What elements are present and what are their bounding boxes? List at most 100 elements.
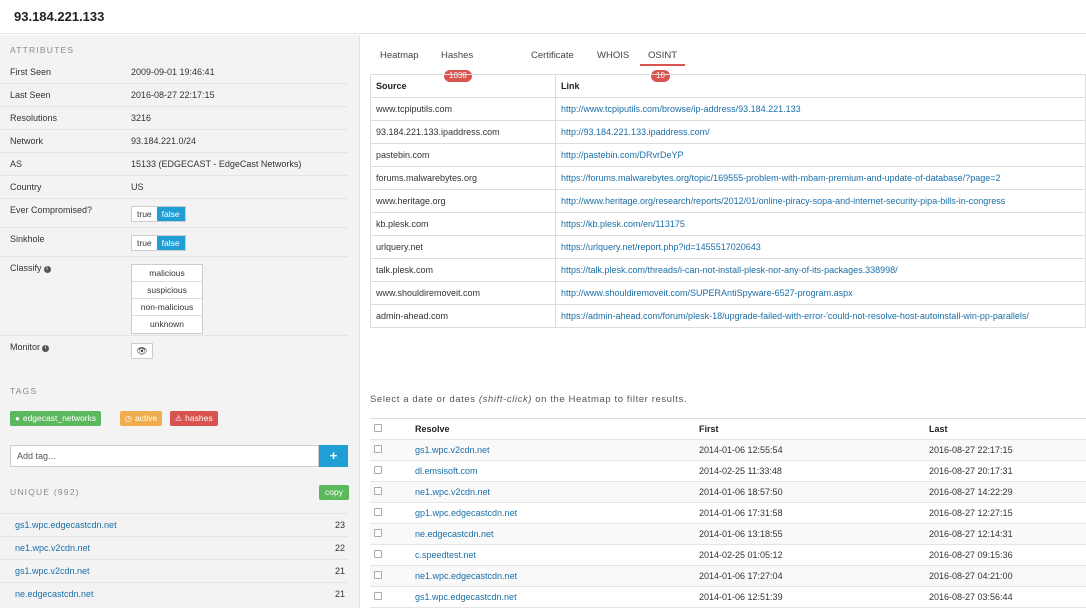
osint-source: www.shouldiremoveit.com: [370, 281, 556, 305]
tab-whois[interactable]: WHOIS: [597, 46, 629, 66]
osint-link[interactable]: http://www.heritage.org/research/reports…: [555, 189, 1086, 213]
info-icon: i: [42, 345, 50, 352]
clock-icon: ◷: [125, 414, 132, 423]
osint-link[interactable]: https://urlquery.net/report.php?id=14555…: [555, 235, 1086, 259]
osint-link[interactable]: http://www.tcpiputils.com/browse/ip-addr…: [555, 97, 1086, 121]
classify-suspicious-option[interactable]: suspicious: [132, 282, 202, 299]
copy-button[interactable]: copy: [319, 485, 349, 500]
last-seen-label: Last Seen: [10, 90, 51, 100]
attr-resolutions: Resolutions 3216: [0, 107, 348, 130]
resolve-link[interactable]: ne.edgecastcdn.net: [415, 523, 699, 545]
resolve-link[interactable]: c.speedtest.net: [415, 544, 699, 566]
row-checkbox[interactable]: [374, 571, 382, 579]
first-seen-cell: 2014-01-06 13:18:55: [699, 523, 929, 545]
osint-source: 93.184.221.133.ipaddress.com: [370, 120, 556, 144]
osint-link[interactable]: http://www.shouldiremoveit.com/SUPERAnti…: [555, 281, 1086, 305]
last-seen-value: 2016-08-27 22:17:15: [131, 90, 215, 100]
tab-certificate[interactable]: Certificate: [531, 46, 574, 66]
unique-domain-link[interactable]: ne1.wpc.v2cdn.net: [15, 543, 90, 553]
osint-source: www.heritage.org: [370, 189, 556, 213]
hint-italic: (shift-click): [478, 394, 533, 405]
attributes-title: ATTRIBUTES: [10, 45, 75, 55]
table-row: www.tcpiputils.com http://www.tcpiputils.…: [370, 97, 1086, 121]
row-checkbox[interactable]: [374, 508, 382, 516]
resolve-link[interactable]: gs1.wpc.edgecastcdn.net: [415, 586, 699, 608]
last-seen-cell: 2016-08-27 03:56:44: [929, 586, 1086, 608]
monitor-eye-button[interactable]: 👁: [131, 343, 153, 359]
country-value: US: [131, 182, 144, 192]
ever-compromised-true-option[interactable]: true: [132, 207, 157, 221]
first-seen-cell: 2014-01-06 12:51:39: [699, 586, 929, 608]
add-tag-button[interactable]: +: [319, 445, 348, 467]
sinkhole-false-option[interactable]: false: [156, 236, 185, 250]
tag-edgecast-networks[interactable]: ● edgecast_networks: [10, 411, 102, 426]
resolve-link[interactable]: dl.emsisoft.com: [415, 460, 699, 482]
last-seen-cell: 2016-08-27 12:27:15: [929, 502, 1086, 524]
row-checkbox[interactable]: [374, 466, 382, 474]
tab-label: WHOIS: [597, 50, 630, 61]
row-checkbox[interactable]: [374, 529, 382, 537]
classify-non-malicious-option[interactable]: non-malicious: [132, 299, 202, 316]
page-title: 93.184.221.133: [14, 9, 105, 24]
last-seen-cell: 2016-08-27 12:14:31: [929, 523, 1086, 545]
osint-source: forums.malwarebytes.org: [370, 166, 556, 190]
tag-active[interactable]: ◷ active: [120, 411, 163, 426]
row-select-cell: [370, 439, 415, 461]
resolve-link[interactable]: ne1.wpc.edgecastcdn.net: [415, 565, 699, 587]
osint-link[interactable]: https://admin-ahead.com/forum/plesk-18/u…: [555, 304, 1086, 328]
osint-source: www.tcpiputils.com: [370, 97, 556, 121]
first-seen-cell: 2014-02-25 11:33:48: [699, 460, 929, 482]
tab-osint[interactable]: OSINT10: [640, 46, 686, 82]
unique-domain-link[interactable]: gs1.wpc.edgecastcdn.net: [15, 520, 117, 530]
sinkhole-true-option[interactable]: true: [132, 236, 157, 250]
classify-options: malicious suspicious non-malicious unkno…: [131, 264, 203, 334]
eye-icon: 👁: [136, 346, 148, 356]
osint-source: admin-ahead.com: [370, 304, 556, 328]
resolve-link[interactable]: ne1.wpc.v2cdn.net: [415, 481, 699, 503]
info-icon: i: [43, 266, 51, 273]
as-label: AS: [10, 159, 23, 169]
unique-title: UNIQUE (992): [10, 487, 80, 497]
table-header-row: Source Link: [370, 74, 1086, 98]
osint-link[interactable]: https://forums.malwarebytes.org/topic/16…: [555, 166, 1086, 190]
row-checkbox[interactable]: [374, 487, 382, 495]
page-header: 93.184.221.133: [0, 0, 1086, 34]
resolve-column-header[interactable]: Resolve: [415, 418, 699, 440]
last-column-header[interactable]: Last: [929, 418, 1086, 440]
osint-link[interactable]: http://93.184.221.133.ipaddress.com/: [555, 120, 1086, 144]
add-tag-input[interactable]: [10, 445, 319, 467]
heatmap-filter-hint: Select a date or dates (shift-click) on …: [370, 394, 687, 405]
table-row: admin-ahead.com https://admin-ahead.com/f…: [370, 304, 1086, 328]
list-item: ne1.wpc.v2cdn.net 22: [0, 536, 348, 559]
classify-unknown-option[interactable]: unknown: [132, 316, 202, 333]
tab-heatmap[interactable]: Heatmap: [380, 46, 419, 66]
osint-link[interactable]: https://talk.plesk.com/threads/i-can-not…: [555, 258, 1086, 282]
tab-label: OSINT: [648, 50, 678, 61]
osint-link[interactable]: https://kb.plesk.com/en/113175: [555, 212, 1086, 236]
first-column-header[interactable]: First: [699, 418, 929, 440]
row-checkbox[interactable]: [374, 592, 382, 600]
row-checkbox[interactable]: [374, 445, 382, 453]
resolve-link[interactable]: gp1.wpc.edgecastcdn.net: [415, 502, 699, 524]
row-checkbox[interactable]: [374, 550, 382, 558]
attr-first-seen: First Seen 2009-09-01 19:46:41: [0, 61, 348, 84]
table-row: urlquery.net https://urlquery.net/report.…: [370, 235, 1086, 259]
unique-domain-link[interactable]: ne.edgecastcdn.net: [15, 589, 94, 599]
resolve-link[interactable]: gs1.wpc.v2cdn.net: [415, 439, 699, 461]
tag-hashes[interactable]: ⚠ hashes: [170, 411, 218, 426]
unique-domain-link[interactable]: gs1.wpc.v2cdn.net: [15, 566, 90, 576]
osint-source: kb.plesk.com: [370, 212, 556, 236]
ever-compromised-false-option[interactable]: false: [156, 207, 185, 221]
monitor-label-text: Monitor: [10, 342, 41, 352]
osint-link[interactable]: http://pastebin.com/DRvrDeYP: [555, 143, 1086, 167]
table-row: 93.184.221.133.ipaddress.com http://93.18…: [370, 120, 1086, 144]
last-seen-cell: 2016-08-27 20:17:31: [929, 460, 1086, 482]
source-column-header: Source: [370, 74, 556, 98]
table-row: dl.emsisoft.com 2014-02-25 11:33:48 2016-0…: [370, 460, 1086, 482]
tab-hashes[interactable]: Hashes1038: [441, 46, 473, 82]
attr-as: AS 15133 (EDGECAST - EdgeCast Networks): [0, 153, 348, 176]
tab-label: Certificate: [531, 50, 574, 61]
select-all-checkbox[interactable]: [374, 424, 382, 432]
first-seen-value: 2009-09-01 19:46:41: [131, 67, 215, 77]
classify-malicious-option[interactable]: malicious: [132, 265, 202, 282]
